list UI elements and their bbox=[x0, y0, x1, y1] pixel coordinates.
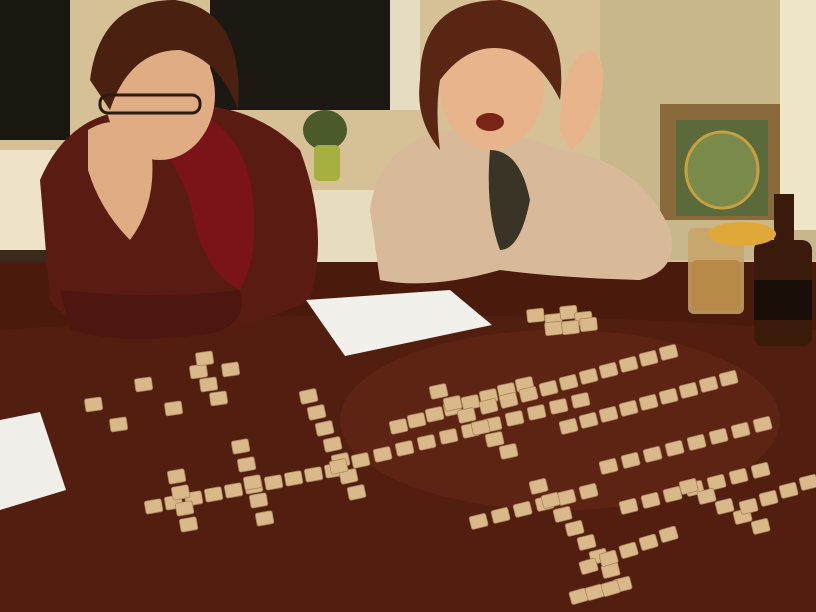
scrabble-tile bbox=[230, 438, 251, 455]
scrabble-tile bbox=[248, 492, 269, 509]
left-person-forearms bbox=[60, 290, 242, 339]
scrabble-tile bbox=[303, 466, 324, 483]
scrabble-tile bbox=[544, 320, 563, 336]
scrabble-tile bbox=[178, 516, 199, 533]
potted-plant bbox=[303, 110, 347, 150]
scrabble-tile bbox=[84, 396, 104, 413]
scrabble-tile bbox=[199, 376, 219, 393]
scrabble-tile bbox=[221, 361, 241, 378]
photo-scene bbox=[0, 0, 816, 612]
green-jar bbox=[314, 145, 340, 181]
scrabble-tile bbox=[263, 474, 284, 491]
scrabble-tile bbox=[166, 468, 187, 485]
photo-canvas bbox=[0, 0, 816, 612]
scrabble-tile bbox=[579, 316, 598, 332]
stained-glass-circle bbox=[684, 130, 760, 210]
scrabble-tile bbox=[236, 456, 257, 473]
scrabble-tile bbox=[164, 400, 184, 417]
scrabble-tile bbox=[242, 474, 263, 491]
window-frame bbox=[390, 0, 420, 110]
scrabble-tile bbox=[526, 307, 545, 323]
right-person-mouth bbox=[476, 113, 504, 131]
scrabble-tile bbox=[174, 500, 195, 517]
glass-liquid bbox=[692, 260, 740, 310]
window bbox=[0, 0, 70, 140]
scrabble-tile bbox=[143, 498, 164, 515]
scrabble-tile bbox=[203, 486, 224, 503]
scrabble-tile bbox=[223, 482, 244, 499]
scrabble-tile bbox=[209, 390, 229, 407]
scrabble-tile bbox=[109, 416, 129, 433]
scrabble-tile bbox=[561, 319, 580, 335]
scrabble-tile bbox=[170, 484, 191, 501]
bowl bbox=[708, 222, 776, 246]
bottle-label bbox=[754, 280, 812, 320]
scrabble-tile bbox=[134, 376, 154, 393]
scrabble-tile bbox=[283, 470, 304, 487]
scrabble-tile bbox=[195, 350, 215, 367]
scrabble-tile bbox=[254, 510, 275, 527]
bottle-neck bbox=[774, 194, 794, 246]
